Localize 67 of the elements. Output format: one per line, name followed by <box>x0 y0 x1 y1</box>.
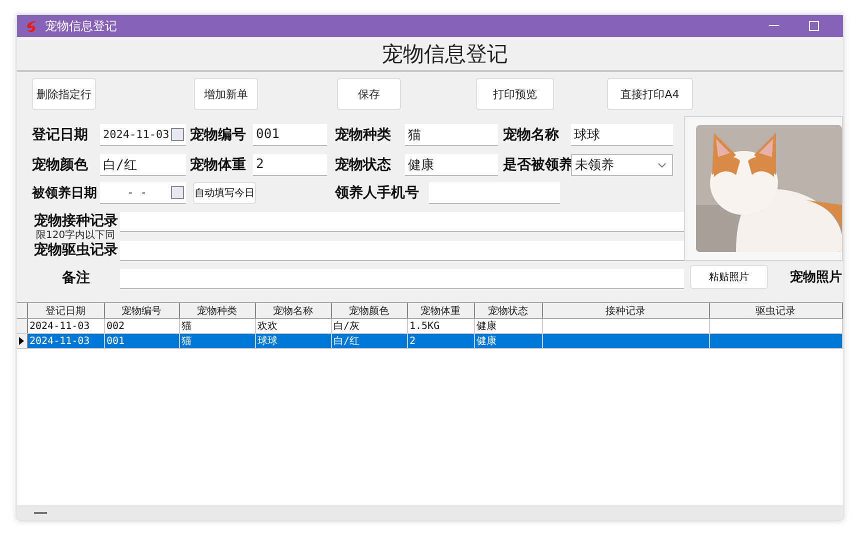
dropdown-field[interactable]: 未领养 <box>571 154 673 176</box>
field-label: 宠物编号 <box>189 126 247 144</box>
field-label: 登记日期 <box>32 126 89 144</box>
date-field[interactable]: - - <box>100 182 186 204</box>
text-field[interactable] <box>120 241 684 261</box>
table-cell: 001 <box>106 336 125 346</box>
toolbar-button[interactable]: 打印预览 <box>476 78 554 110</box>
table-cell: 白/灰 <box>334 321 360 332</box>
date-field[interactable]: 2024-11-03 <box>100 124 186 146</box>
table-cell: 1.5KG <box>410 320 440 332</box>
field-label: 领养人手机号 <box>335 184 419 202</box>
hint-text: 限120字内以下同 <box>35 230 116 241</box>
column-header[interactable]: 登记日期 <box>27 303 104 318</box>
photo-label: 宠物照片 <box>790 268 842 286</box>
logo-icon <box>25 19 39 33</box>
field-label: 宠物种类 <box>334 126 392 144</box>
column-header[interactable]: 宠物状态 <box>474 303 542 318</box>
column-header[interactable]: 驱虫记录 <box>709 303 842 318</box>
table-cell: 球球 <box>258 336 278 347</box>
field-label: 宠物状态 <box>334 156 392 174</box>
toolbar-button[interactable]: 保存 <box>337 78 401 110</box>
column-header[interactable]: 接种记录 <box>542 303 709 318</box>
table-cell: 猫 <box>182 336 192 347</box>
maximize-icon[interactable] <box>809 21 819 31</box>
text-field[interactable]: 001 <box>253 124 327 146</box>
text-field[interactable] <box>120 212 684 232</box>
table-cell: 002 <box>106 320 125 332</box>
auto-fill-button[interactable]: 自动填写今日 <box>193 182 256 204</box>
table-cell: 欢欢 <box>258 321 278 332</box>
column-header[interactable]: 宠物名称 <box>255 303 331 318</box>
chevron-icon <box>658 162 666 168</box>
scroll-thumb[interactable] <box>34 512 47 514</box>
window-title: 宠物信息登记 <box>45 18 117 34</box>
toolbar-button[interactable]: 删除指定行 <box>32 78 96 110</box>
table-cell: 健康 <box>476 336 496 347</box>
text-field[interactable] <box>120 269 684 289</box>
column-header[interactable]: 宠物种类 <box>179 303 255 318</box>
table-cell: 猫 <box>182 321 192 332</box>
toolbar-button[interactable]: 增加新单 <box>194 78 258 110</box>
toolbar-button[interactable]: 直接打印A4 <box>607 78 693 110</box>
field-label: 宠物接种记录 <box>34 212 118 230</box>
text-field[interactable]: 猫 <box>405 124 498 146</box>
field-label: 宠物颜色 <box>32 156 89 174</box>
field-label: 宠物驱虫记录 <box>34 241 118 259</box>
calendar-icon[interactable] <box>171 128 184 141</box>
minimize-icon[interactable] <box>769 25 779 27</box>
text-field[interactable]: 球球 <box>571 124 673 146</box>
text-field[interactable]: 2 <box>253 154 327 176</box>
table-cell: 白/红 <box>334 336 360 347</box>
field-label: 宠物体重 <box>189 156 247 174</box>
column-header[interactable]: 宠物颜色 <box>331 303 407 318</box>
form-heading: 宠物信息登记 <box>381 40 508 68</box>
table-cell: 2024-11-03 <box>30 336 90 346</box>
column-header[interactable]: 宠物体重 <box>407 303 474 318</box>
field-label: 宠物名称 <box>502 126 560 144</box>
paste-photo-button[interactable]: 粘贴照片 <box>690 265 768 289</box>
table-row[interactable]: 2024-11-03 001 猫 球球 白/红 2 健康 <box>17 334 842 348</box>
field-label: 被领养日期 <box>32 184 98 202</box>
table-cell: 2024-11-03 <box>30 320 90 332</box>
calendar-icon[interactable] <box>171 186 184 199</box>
phone-field[interactable] <box>429 182 560 204</box>
text-field[interactable]: 白/红 <box>100 154 186 176</box>
column-header[interactable]: 宠物编号 <box>104 303 179 318</box>
table-cell: 2 <box>410 336 416 346</box>
table-cell: 健康 <box>476 321 496 332</box>
text-field[interactable]: 健康 <box>405 154 498 176</box>
field-label: 备注 <box>62 269 90 287</box>
